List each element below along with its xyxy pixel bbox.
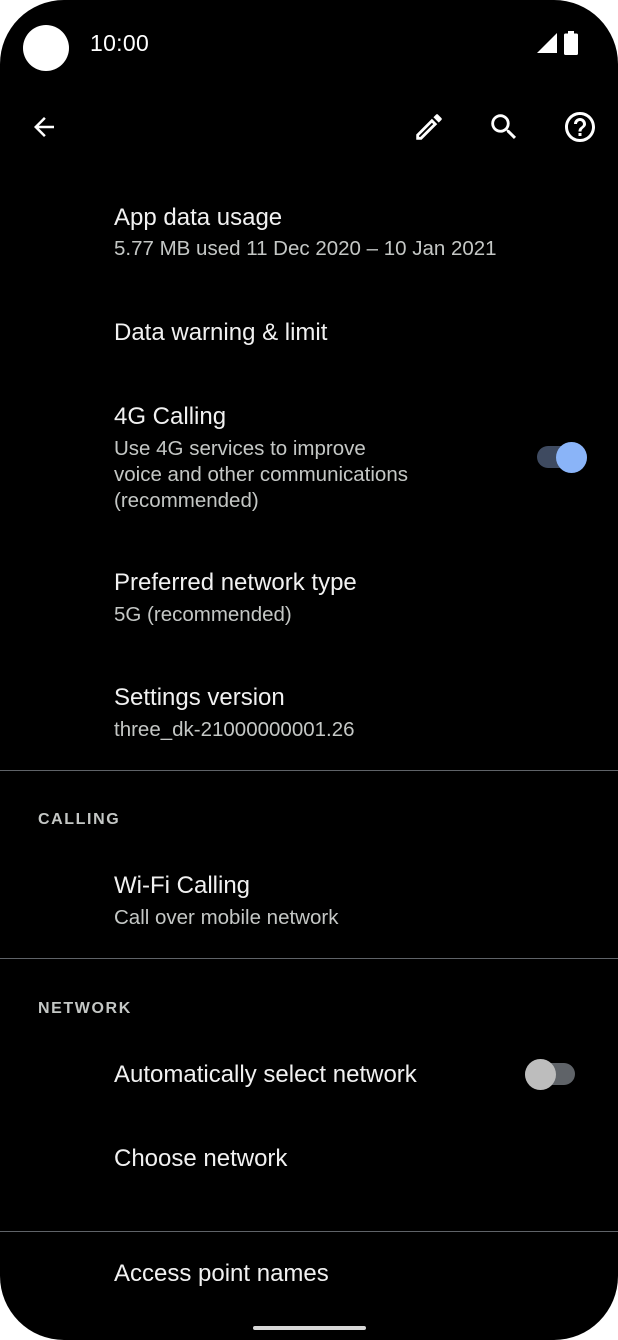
toggle-thumb: [556, 441, 587, 473]
settings-version-subtitle: three_dk-21000000001.26: [114, 718, 355, 741]
wifi-calling-title: Wi-Fi Calling: [114, 872, 251, 899]
status-time: 10:00: [90, 30, 150, 56]
four-g-calling-subtitle-line-2: voice and other communications: [114, 463, 408, 486]
preferred-network-subtitle: 5G (recommended): [114, 603, 292, 626]
four-g-calling-subtitle-line-1: Use 4G services to improve: [114, 437, 366, 460]
wifi-calling-item[interactable]: Wi-Fi Calling Call over mobile network: [0, 860, 618, 950]
access-point-names-title: Access point names: [114, 1260, 329, 1287]
app-data-usage-subtitle: 5.77 MB used 11 Dec 2020 – 10 Jan 2021: [114, 237, 497, 260]
search-icon: [491, 114, 517, 140]
calling-section-header: CALLING: [38, 811, 121, 828]
help-button[interactable]: [557, 104, 603, 150]
four-g-calling-title: 4G Calling: [114, 403, 227, 430]
wifi-calling-subtitle: Call over mobile network: [114, 906, 339, 929]
home-indicator[interactable]: [253, 1326, 366, 1330]
camera-cutout: [23, 25, 69, 71]
data-warning-title: Data warning & limit: [114, 319, 328, 346]
app-data-usage-item[interactable]: App data usage 5.77 MB used 11 Dec 2020 …: [0, 190, 618, 290]
four-g-calling-item[interactable]: 4G Calling Use 4G services to improve vo…: [0, 385, 618, 535]
search-button[interactable]: [481, 104, 527, 150]
choose-network-item[interactable]: Choose network: [0, 1125, 618, 1200]
preferred-network-title: Preferred network type: [114, 569, 357, 596]
edit-button[interactable]: [406, 104, 452, 150]
status-icons: [536, 30, 578, 56]
help-circle-icon: [565, 112, 595, 142]
choose-network-title: Choose network: [114, 1145, 288, 1172]
divider: [0, 770, 618, 771]
divider: [0, 958, 618, 959]
access-point-names-item[interactable]: Access point names: [0, 1240, 618, 1315]
signal-icon: [537, 33, 557, 53]
arrow-left-icon: [34, 117, 54, 137]
auto-select-network-title: Automatically select network: [114, 1061, 417, 1088]
network-section-header: NETWORK: [38, 1000, 132, 1017]
data-warning-item[interactable]: Data warning & limit: [0, 295, 618, 375]
pencil-icon: [416, 114, 442, 140]
app-data-usage-title: App data usage: [114, 204, 283, 231]
auto-select-network-item[interactable]: Automatically select network: [0, 1040, 618, 1115]
back-button[interactable]: [21, 104, 67, 150]
preferred-network-item[interactable]: Preferred network type 5G (recommended): [0, 555, 618, 655]
divider: [0, 1231, 618, 1232]
battery-icon: [564, 31, 578, 55]
four-g-calling-subtitle-line-3: (recommended): [114, 489, 259, 512]
settings-version-title: Settings version: [114, 684, 285, 711]
settings-version-item[interactable]: Settings version three_dk-21000000001.26: [0, 670, 618, 765]
phone-screen: 10:00 App data usage 5.77 MB used 11 Dec…: [0, 0, 618, 1340]
toggle-thumb: [525, 1058, 556, 1090]
